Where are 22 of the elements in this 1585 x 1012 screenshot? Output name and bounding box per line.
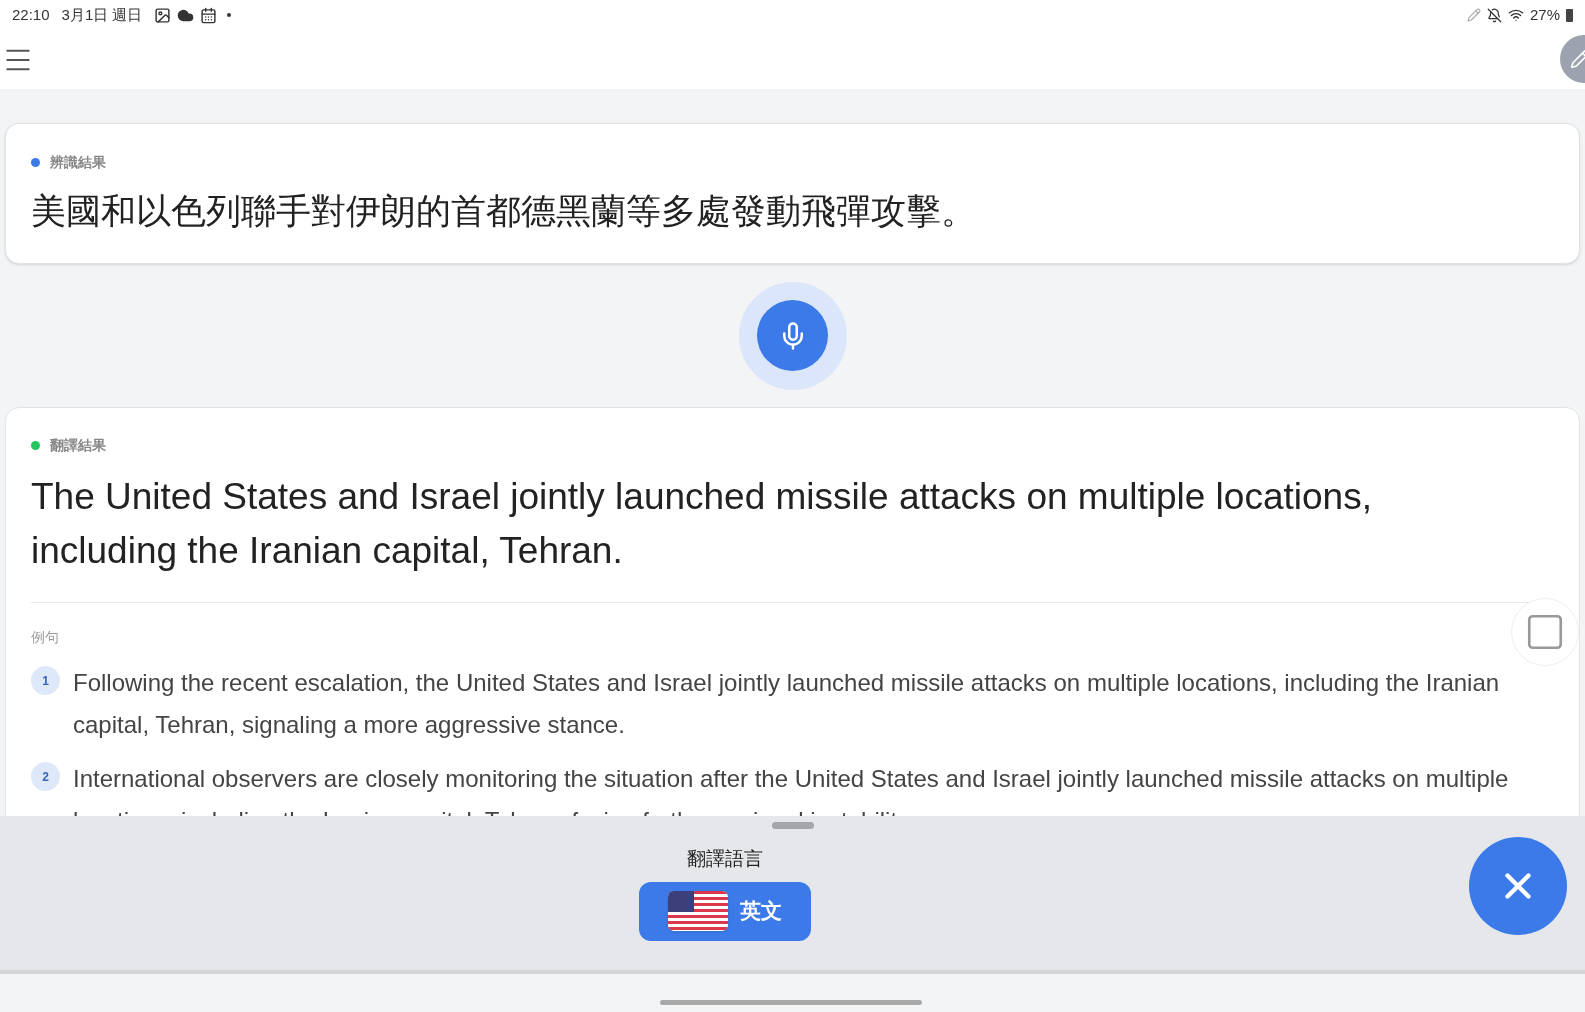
battery-icon <box>1566 8 1573 22</box>
section-label: 翻譯結果 <box>50 436 106 455</box>
pen-icon <box>1466 8 1481 22</box>
calendar-icon <box>200 6 218 24</box>
translated-text: The United States and Israel jointly launched missile attacks on multiple locations, including the Iranian capital, Tehran. <box>31 475 1373 573</box>
example-number: 2 <box>31 762 60 791</box>
image-icon <box>154 6 172 24</box>
sheet-title: 翻譯語言 <box>687 847 763 871</box>
example-sentence: Following the recent escalation, the United States and Israel jointly launched missile attacks on multiple locations, including the Iranian capital, Tehran, signaling a more aggressive stance. <box>73 668 1501 740</box>
wifi-icon <box>1507 7 1524 23</box>
examples-label: 例句 <box>31 628 60 647</box>
battery-percent: 27% <box>1529 4 1560 25</box>
example-number: 1 <box>31 666 60 695</box>
pencil-icon <box>1570 49 1585 69</box>
status-date: 3月1日 週日 <box>61 4 143 25</box>
status-time: 22:10 <box>12 4 50 25</box>
mute-icon <box>1486 7 1502 23</box>
us-flag-icon <box>668 891 728 931</box>
language-button[interactable]: 英文 <box>639 881 811 941</box>
section-label: 辨識結果 <box>50 153 106 172</box>
drag-handle[interactable] <box>771 822 814 829</box>
recognized-text: 美國和以色列聯手對伊朗的首都德黑蘭等多處發動飛彈攻擊。 <box>31 190 977 232</box>
